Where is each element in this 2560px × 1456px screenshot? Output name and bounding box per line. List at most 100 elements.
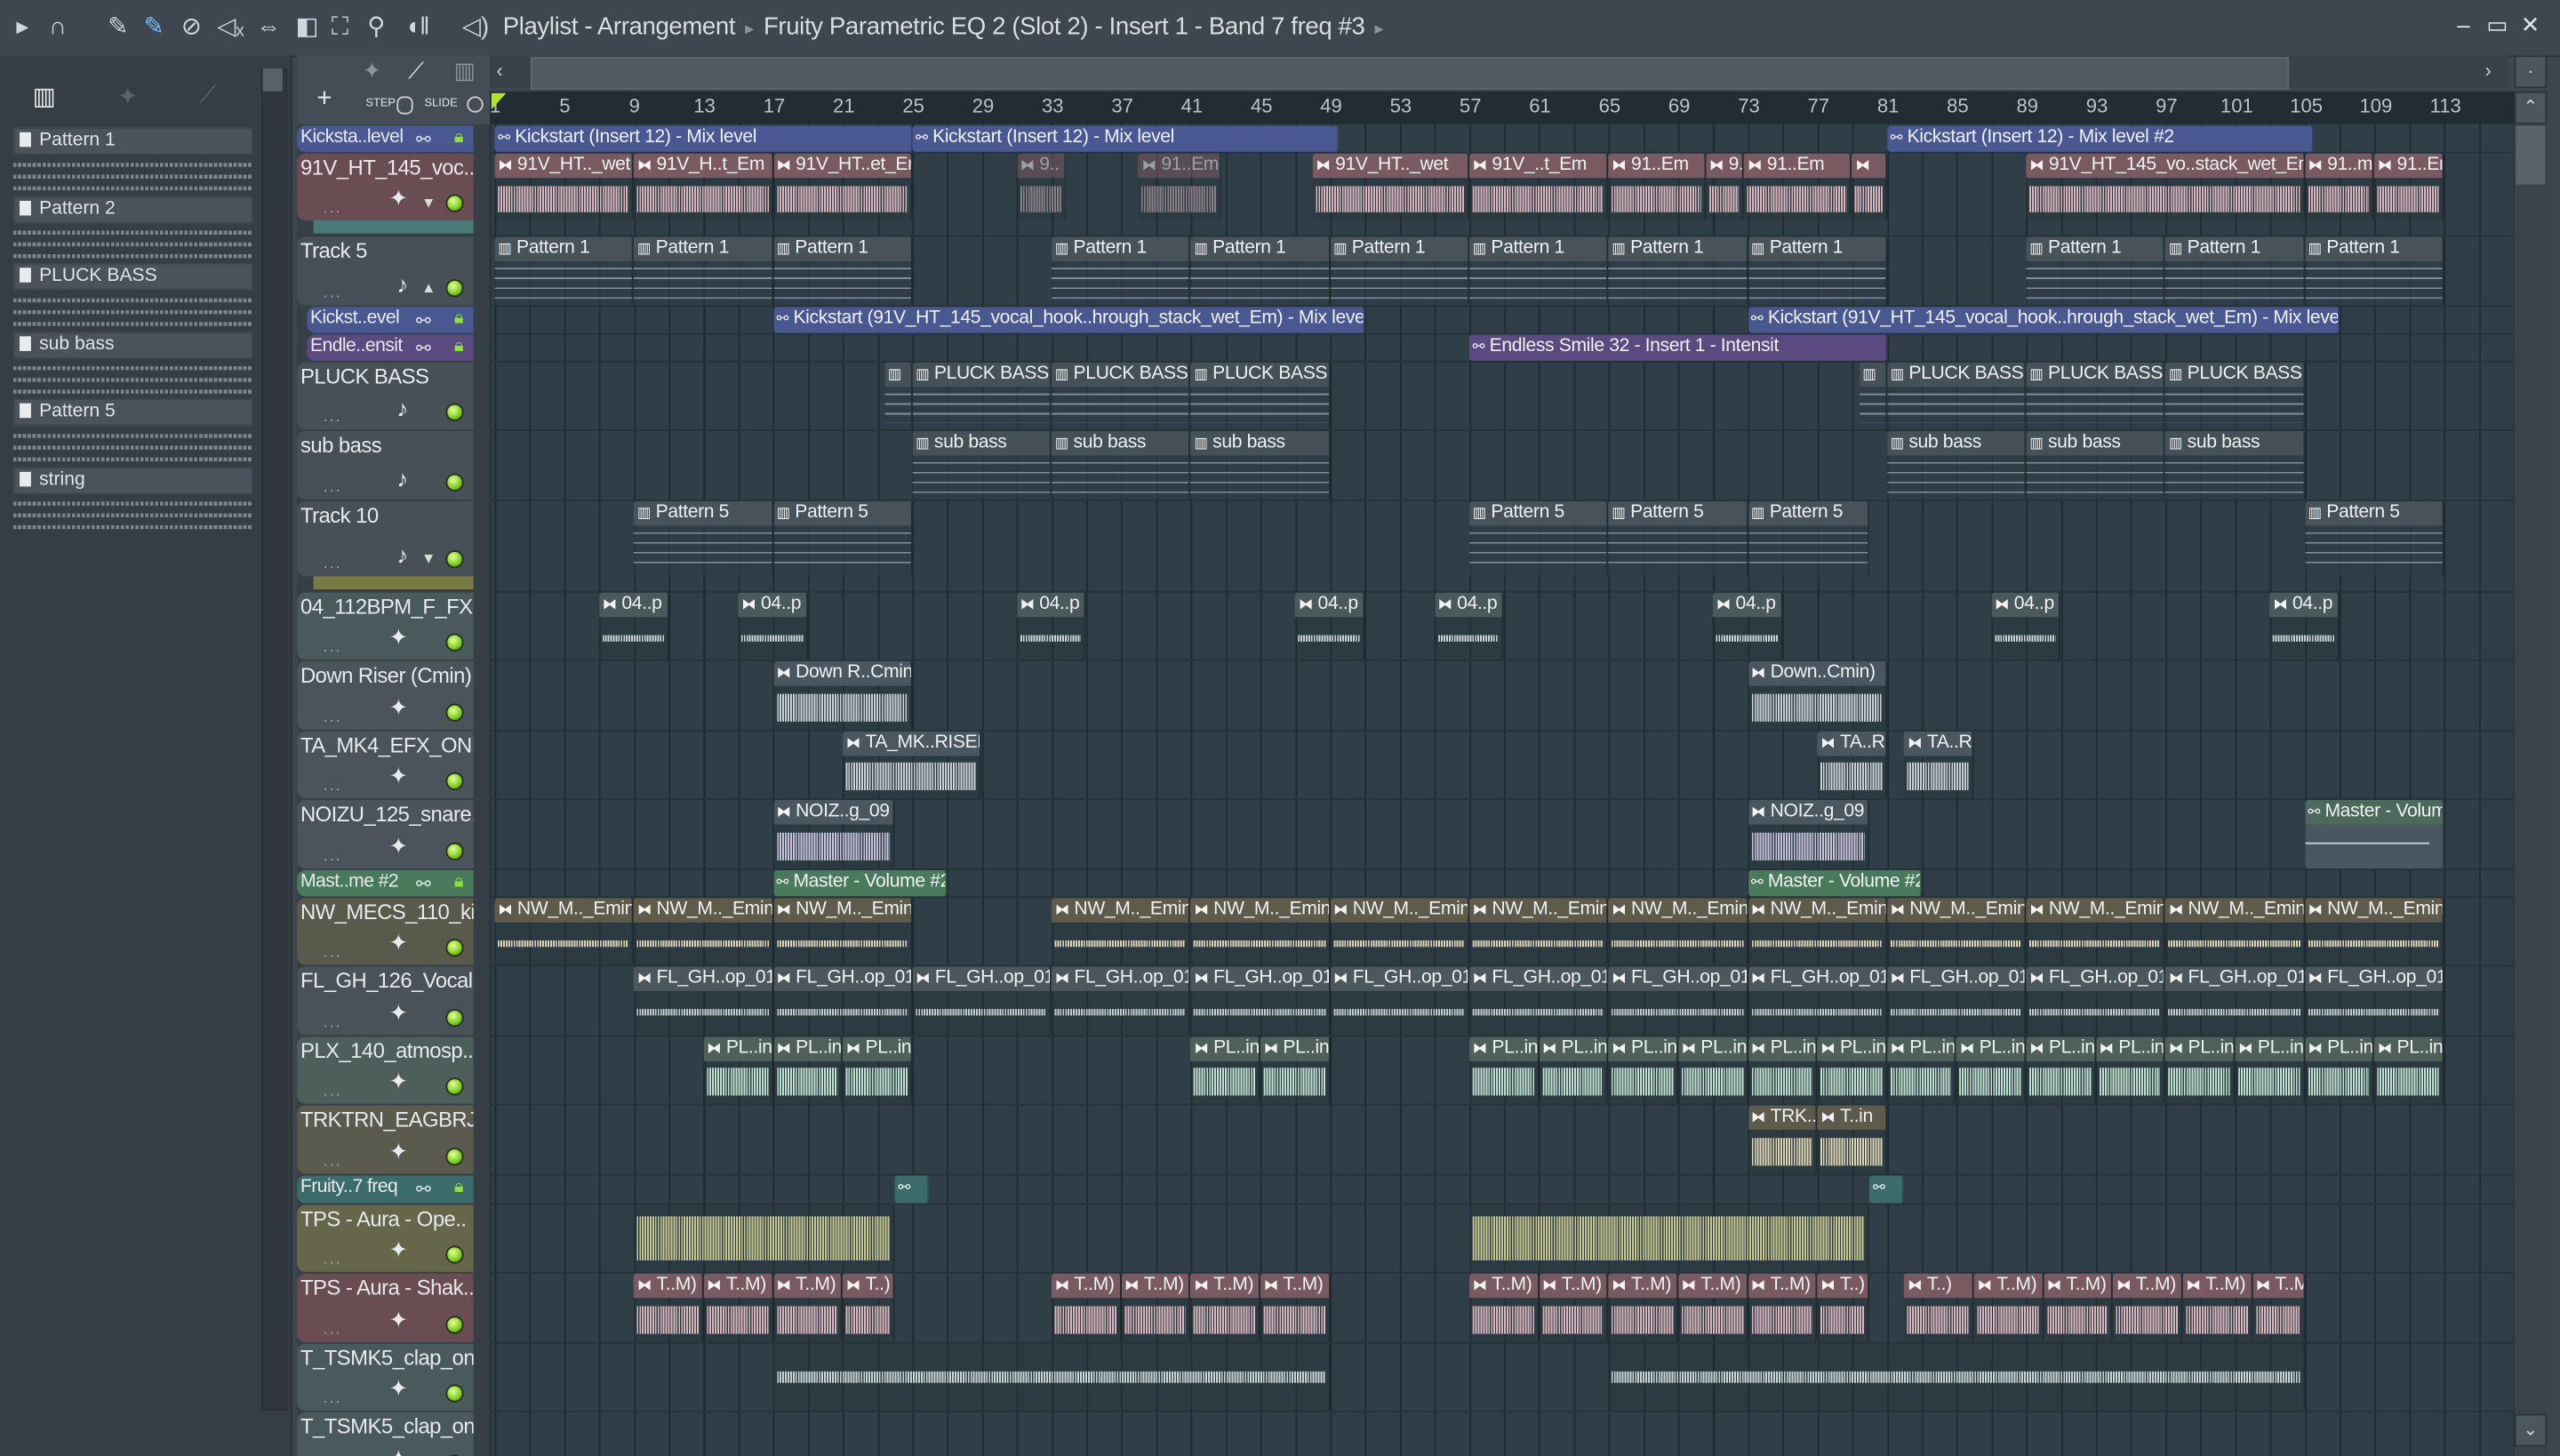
audio-clip[interactable]: ⧓ T..in — [1817, 1105, 1887, 1173]
audio-clip[interactable]: ⧓ PL..in — [2235, 1036, 2305, 1104]
audio-clip[interactable]: ⧓ NW_M.._Emin — [772, 897, 913, 965]
audio-clip[interactable]: ⧓ PL..in — [772, 1036, 844, 1104]
audio-clip[interactable]: ⧓ NW_M.._Emin — [1052, 897, 1191, 965]
audio-clip[interactable]: ⧓ PL..in — [2095, 1036, 2166, 1104]
clip-header[interactable]: ⧓ 04..p — [1713, 591, 1781, 617]
track-name[interactable]: Kickst..evel — [310, 308, 400, 327]
clip-header[interactable]: ⚯ Master - Volume #2 — [1748, 869, 1921, 894]
audio-clip[interactable]: ⧓ NW_M.._Emin — [1190, 897, 1331, 965]
clip-header[interactable]: ⧓ 91V_HT..et_Em — [772, 153, 911, 179]
clip-header[interactable]: ⚯ Kickstart (91V_HT_145_vocal_hook..hroug… — [1748, 306, 2339, 331]
track-name[interactable]: PLX_140_atmosp.. — [300, 1037, 474, 1062]
audio-clip[interactable]: ⧓T..M) — [2113, 1273, 2183, 1341]
audio-clip[interactable]: ⧓ FL_GH..op_01 — [1190, 966, 1331, 1035]
pattern-clip[interactable]: ▥ Pattern 1 — [2026, 236, 2166, 305]
clip-header[interactable]: ⧓91..Em — [1138, 153, 1220, 179]
audio-clip[interactable]: ⧓ PL..in — [703, 1036, 773, 1104]
audio-clip[interactable]: ⧓ 91..m — [2304, 153, 2375, 220]
clip-header[interactable]: ⚯ Kickstart (Insert 12) - Mix level — [912, 125, 1338, 150]
collapse-arrow-icon[interactable]: ▲ — [421, 278, 436, 294]
clip-header[interactable]: ▥ Pattern 5 — [772, 500, 911, 525]
track-name[interactable]: PLUCK BASS — [300, 364, 429, 388]
delete-icon[interactable]: ⊘ — [181, 13, 202, 43]
clip-header[interactable]: ⧓ 91V_HT_145_vo..stack_wet_Em — [2026, 153, 2303, 179]
audio-clip[interactable]: ⧓T..M) — [1608, 1273, 1678, 1341]
track-name[interactable]: FL_GH_126_Vocal.. — [300, 968, 474, 993]
more-options-icon[interactable]: ... — [324, 284, 342, 301]
clip-header[interactable]: ⧓ T..in — [1817, 1105, 1886, 1131]
pattern-clip[interactable]: ▥ PLUCK BASS — [2165, 361, 2305, 430]
track-header[interactable]: Kickst..evel ⚯ 🔒︎ — [307, 306, 474, 332]
clip-header[interactable]: ⧓T..M) — [1608, 1273, 1677, 1299]
pattern-clip[interactable]: ▥ sub bass — [2026, 430, 2166, 500]
pattern-clip[interactable]: ▥ Pattern 1 — [1608, 236, 1748, 305]
clip-header[interactable]: ⧓T..M) — [2044, 1273, 2112, 1299]
track-header[interactable]: Track 5... ♪ ▲ — [297, 236, 474, 305]
audio-clip[interactable]: ⧓ PL..in — [1468, 1036, 1540, 1104]
clip-header[interactable]: ⧓ PL..in — [1468, 1036, 1538, 1060]
clip-header[interactable]: ⧓ PL..in — [772, 1036, 842, 1060]
slice-icon[interactable]: ◧ — [295, 13, 318, 43]
playback-icon[interactable]: ◖‖ — [405, 13, 430, 43]
automation-icon[interactable]: ⟋ — [199, 82, 216, 109]
clip-header[interactable]: ⧓ FL_GH..op_01 — [1330, 966, 1468, 991]
automation-clip[interactable]: ⚯Master - Volume — [2304, 800, 2444, 868]
track-header[interactable]: T_TSMK5_clap_on.....✦ — [297, 1412, 474, 1456]
vertical-scrollbar[interactable] — [2514, 91, 2548, 1456]
clip-header[interactable]: ▥ Pattern 5 — [2304, 500, 2443, 525]
clip-header[interactable]: ⧓T..M) — [634, 1273, 702, 1299]
automation-clip[interactable]: ⚯ Kickstart (Insert 12) - Mix level — [912, 125, 1340, 152]
audio-clip[interactable]: ⧓ NW_M.._Emin — [1330, 897, 1469, 965]
track-header[interactable]: sub bass... ♪ — [297, 430, 474, 500]
audio-clip[interactable]: ⧓ 91V_HT_145_vo..stack_wet_Em — [2026, 153, 2305, 220]
clip-header[interactable]: ⧓T..M) — [2182, 1273, 2252, 1299]
clip-header[interactable]: ▥ Pattern 1 — [1748, 236, 1886, 261]
track-header[interactable]: Track 10... ♪ ▼ — [297, 500, 474, 576]
clip-header[interactable]: ⧓ 91V_..t_Em — [1468, 153, 1607, 179]
track-name[interactable]: T_TSMK5_clap_on.. — [300, 1414, 474, 1439]
pattern-clip[interactable]: ▥ sub bass — [2165, 430, 2305, 500]
speaker-icon[interactable]: ◁) — [462, 13, 489, 43]
clip-header[interactable]: ⧓ PL..in — [2026, 1036, 2094, 1060]
picker-pattern-item[interactable]: string — [12, 466, 253, 531]
piano-icon[interactable]: ▥ — [33, 82, 56, 111]
pattern-clip[interactable]: ▥ — [1859, 361, 1887, 430]
audio-clip[interactable]: ⧓ 9.. — [1706, 153, 1745, 220]
clip-header[interactable]: ▥ Pattern 1 — [2165, 236, 2303, 261]
track-name[interactable]: Track 5 — [300, 238, 367, 263]
audio-clip[interactable]: ⧓ PL..in — [2304, 1036, 2375, 1104]
pattern-clip[interactable]: ▥ PLUCK BASS — [1052, 361, 1191, 430]
more-options-icon[interactable]: ... — [324, 846, 342, 864]
clip-header[interactable]: ▥ sub bass — [2026, 430, 2164, 456]
clip-header[interactable]: ⧓ PL..in — [2165, 1036, 2234, 1060]
clip-header[interactable]: ⧓ NW_M.._Emin — [772, 897, 911, 922]
picker-pattern-item[interactable]: sub bass — [12, 330, 253, 396]
scroll-left-button[interactable]: ‹ — [496, 59, 502, 82]
audio-clip[interactable]: ⧓ Down R..Cmin) — [772, 660, 913, 730]
audio-clip[interactable]: ⧓ TA_MK..RISER — [843, 730, 982, 799]
clip-header[interactable]: ⧓ PL..in — [1190, 1036, 1260, 1060]
clip-header[interactable]: ▥ sub bass — [1052, 430, 1189, 456]
audio-clip[interactable]: ⧓ PL..in — [1886, 1036, 1957, 1104]
track-header[interactable]: 91V_HT_145_voc..... ✦ ▼ — [297, 153, 474, 220]
pattern-clip[interactable]: ▥ sub bass — [1886, 430, 2027, 500]
audio-clip[interactable]: ⧓91..Em — [1138, 153, 1220, 220]
track-name[interactable]: Mast..me #2 — [300, 871, 399, 891]
pattern-clip[interactable]: ▥ PLUCK BASS — [1190, 361, 1331, 430]
clip-header[interactable]: ⧓T..M) — [1748, 1273, 1816, 1299]
clip-header[interactable]: ⧓ 9.. — [1706, 153, 1743, 179]
clip-header[interactable]: ⧓T..M) — [1539, 1273, 1607, 1299]
automation-clip-icon[interactable]: ⟋ — [408, 57, 424, 84]
audio-clip[interactable] — [772, 1342, 1331, 1411]
audio-clip[interactable]: ⧓ 91V_HT..et_Em — [772, 153, 913, 220]
picker-pattern-item[interactable]: Pattern 5 — [12, 398, 253, 463]
track-header[interactable]: TPS - Aura - Shak..... ✦ — [297, 1273, 474, 1341]
clip-header[interactable]: ⧓ FL_GH..op_01 — [1468, 966, 1607, 991]
clip-header[interactable]: ▥ PLUCK BASS — [1052, 361, 1189, 387]
audio-clip[interactable]: ⧓ — [1852, 153, 1887, 220]
minimize-button[interactable]: – — [2457, 12, 2469, 37]
audio-clip[interactable] — [1468, 1204, 1870, 1272]
more-options-icon[interactable]: ... — [324, 777, 342, 795]
track-enable-led[interactable] — [445, 278, 464, 297]
close-button[interactable]: ✕ — [2521, 12, 2540, 39]
